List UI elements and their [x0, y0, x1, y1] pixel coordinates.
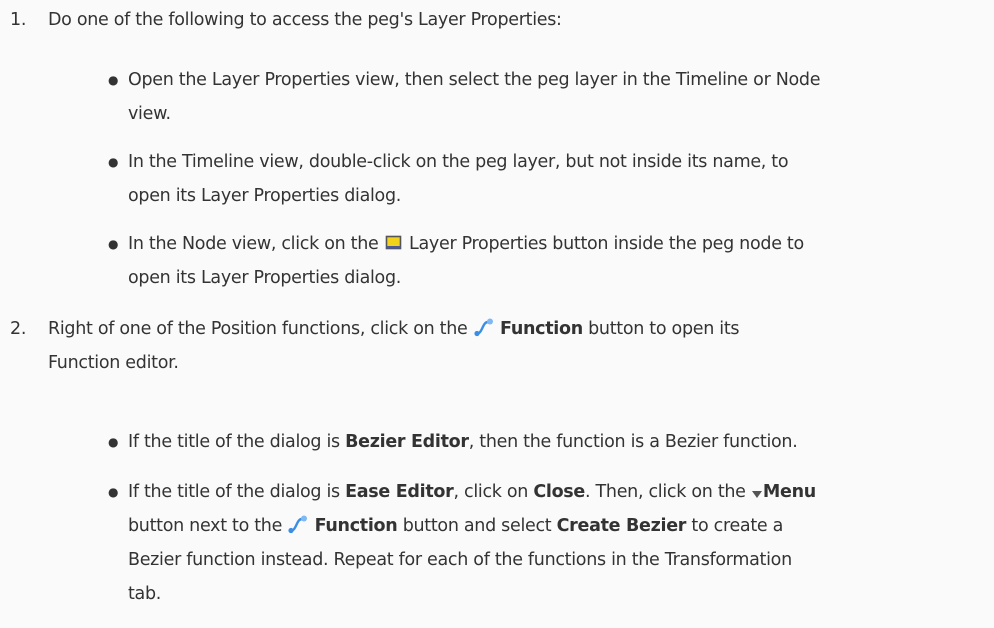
bullet-text-bold: Bezier Editor: [345, 432, 469, 452]
bullet-text-line: Bezier function instead. Repeat for each…: [128, 550, 792, 570]
bullet-text-bold: Function: [314, 516, 398, 536]
bullet-text-line: open its Layer Properties dialog.: [128, 268, 402, 288]
document-body: 1. Do one of the following to access the…: [0, 0, 994, 628]
bullet-dot: ●: [108, 73, 119, 87]
bullet-text: , then the function is a Bezier function…: [468, 432, 798, 452]
function-icon: [287, 512, 309, 546]
step-text-line: Function editor.: [48, 353, 179, 373]
bullet-text: In the Node view, click on the: [128, 234, 379, 254]
step-text: Right of one of the Position functions, …: [48, 319, 468, 339]
bullet-text: button and select: [402, 516, 552, 536]
step-number: 2.: [10, 319, 27, 339]
bullet-text: button next to the: [128, 516, 283, 536]
step-text-bold: Function: [500, 319, 583, 339]
bullet-text-line: In the Timeline view, double-click on th…: [128, 152, 789, 172]
triangle-down-icon: [751, 478, 763, 512]
bullet-text-line: view.: [128, 104, 171, 124]
bullet-text-bold: Menu: [762, 482, 816, 502]
bullet-dot: ●: [108, 237, 119, 251]
bullet-text-bold: Ease Editor: [345, 482, 454, 502]
bullet-text-bold: Create Bezier: [556, 516, 687, 536]
bullet-dot: ●: [108, 485, 119, 499]
bullet-text: Layer Properties button inside the peg n…: [409, 234, 804, 254]
step-text: Do one of the following to access the pe…: [48, 10, 562, 30]
layer-properties-icon: [384, 230, 404, 264]
step-text: button to open its: [588, 319, 740, 339]
bullet-text-line: open its Layer Properties dialog.: [128, 186, 402, 206]
bullet-text-line: Open the Layer Properties view, then sel…: [128, 70, 821, 90]
bullet-dot: ●: [108, 155, 119, 169]
bullet-dot: ●: [108, 435, 119, 449]
bullet-text: If the title of the dialog is: [128, 432, 340, 452]
step-number: 1.: [10, 10, 27, 30]
function-icon: [473, 315, 495, 349]
bullet-text-line: tab.: [128, 584, 162, 604]
bullet-text: . Then, click on the: [585, 482, 746, 502]
bullet-text-bold: Close: [533, 482, 585, 502]
bullet-text: to create a: [691, 516, 784, 536]
bullet-text: , click on: [453, 482, 529, 502]
bullet-text: If the title of the dialog is: [128, 482, 340, 502]
